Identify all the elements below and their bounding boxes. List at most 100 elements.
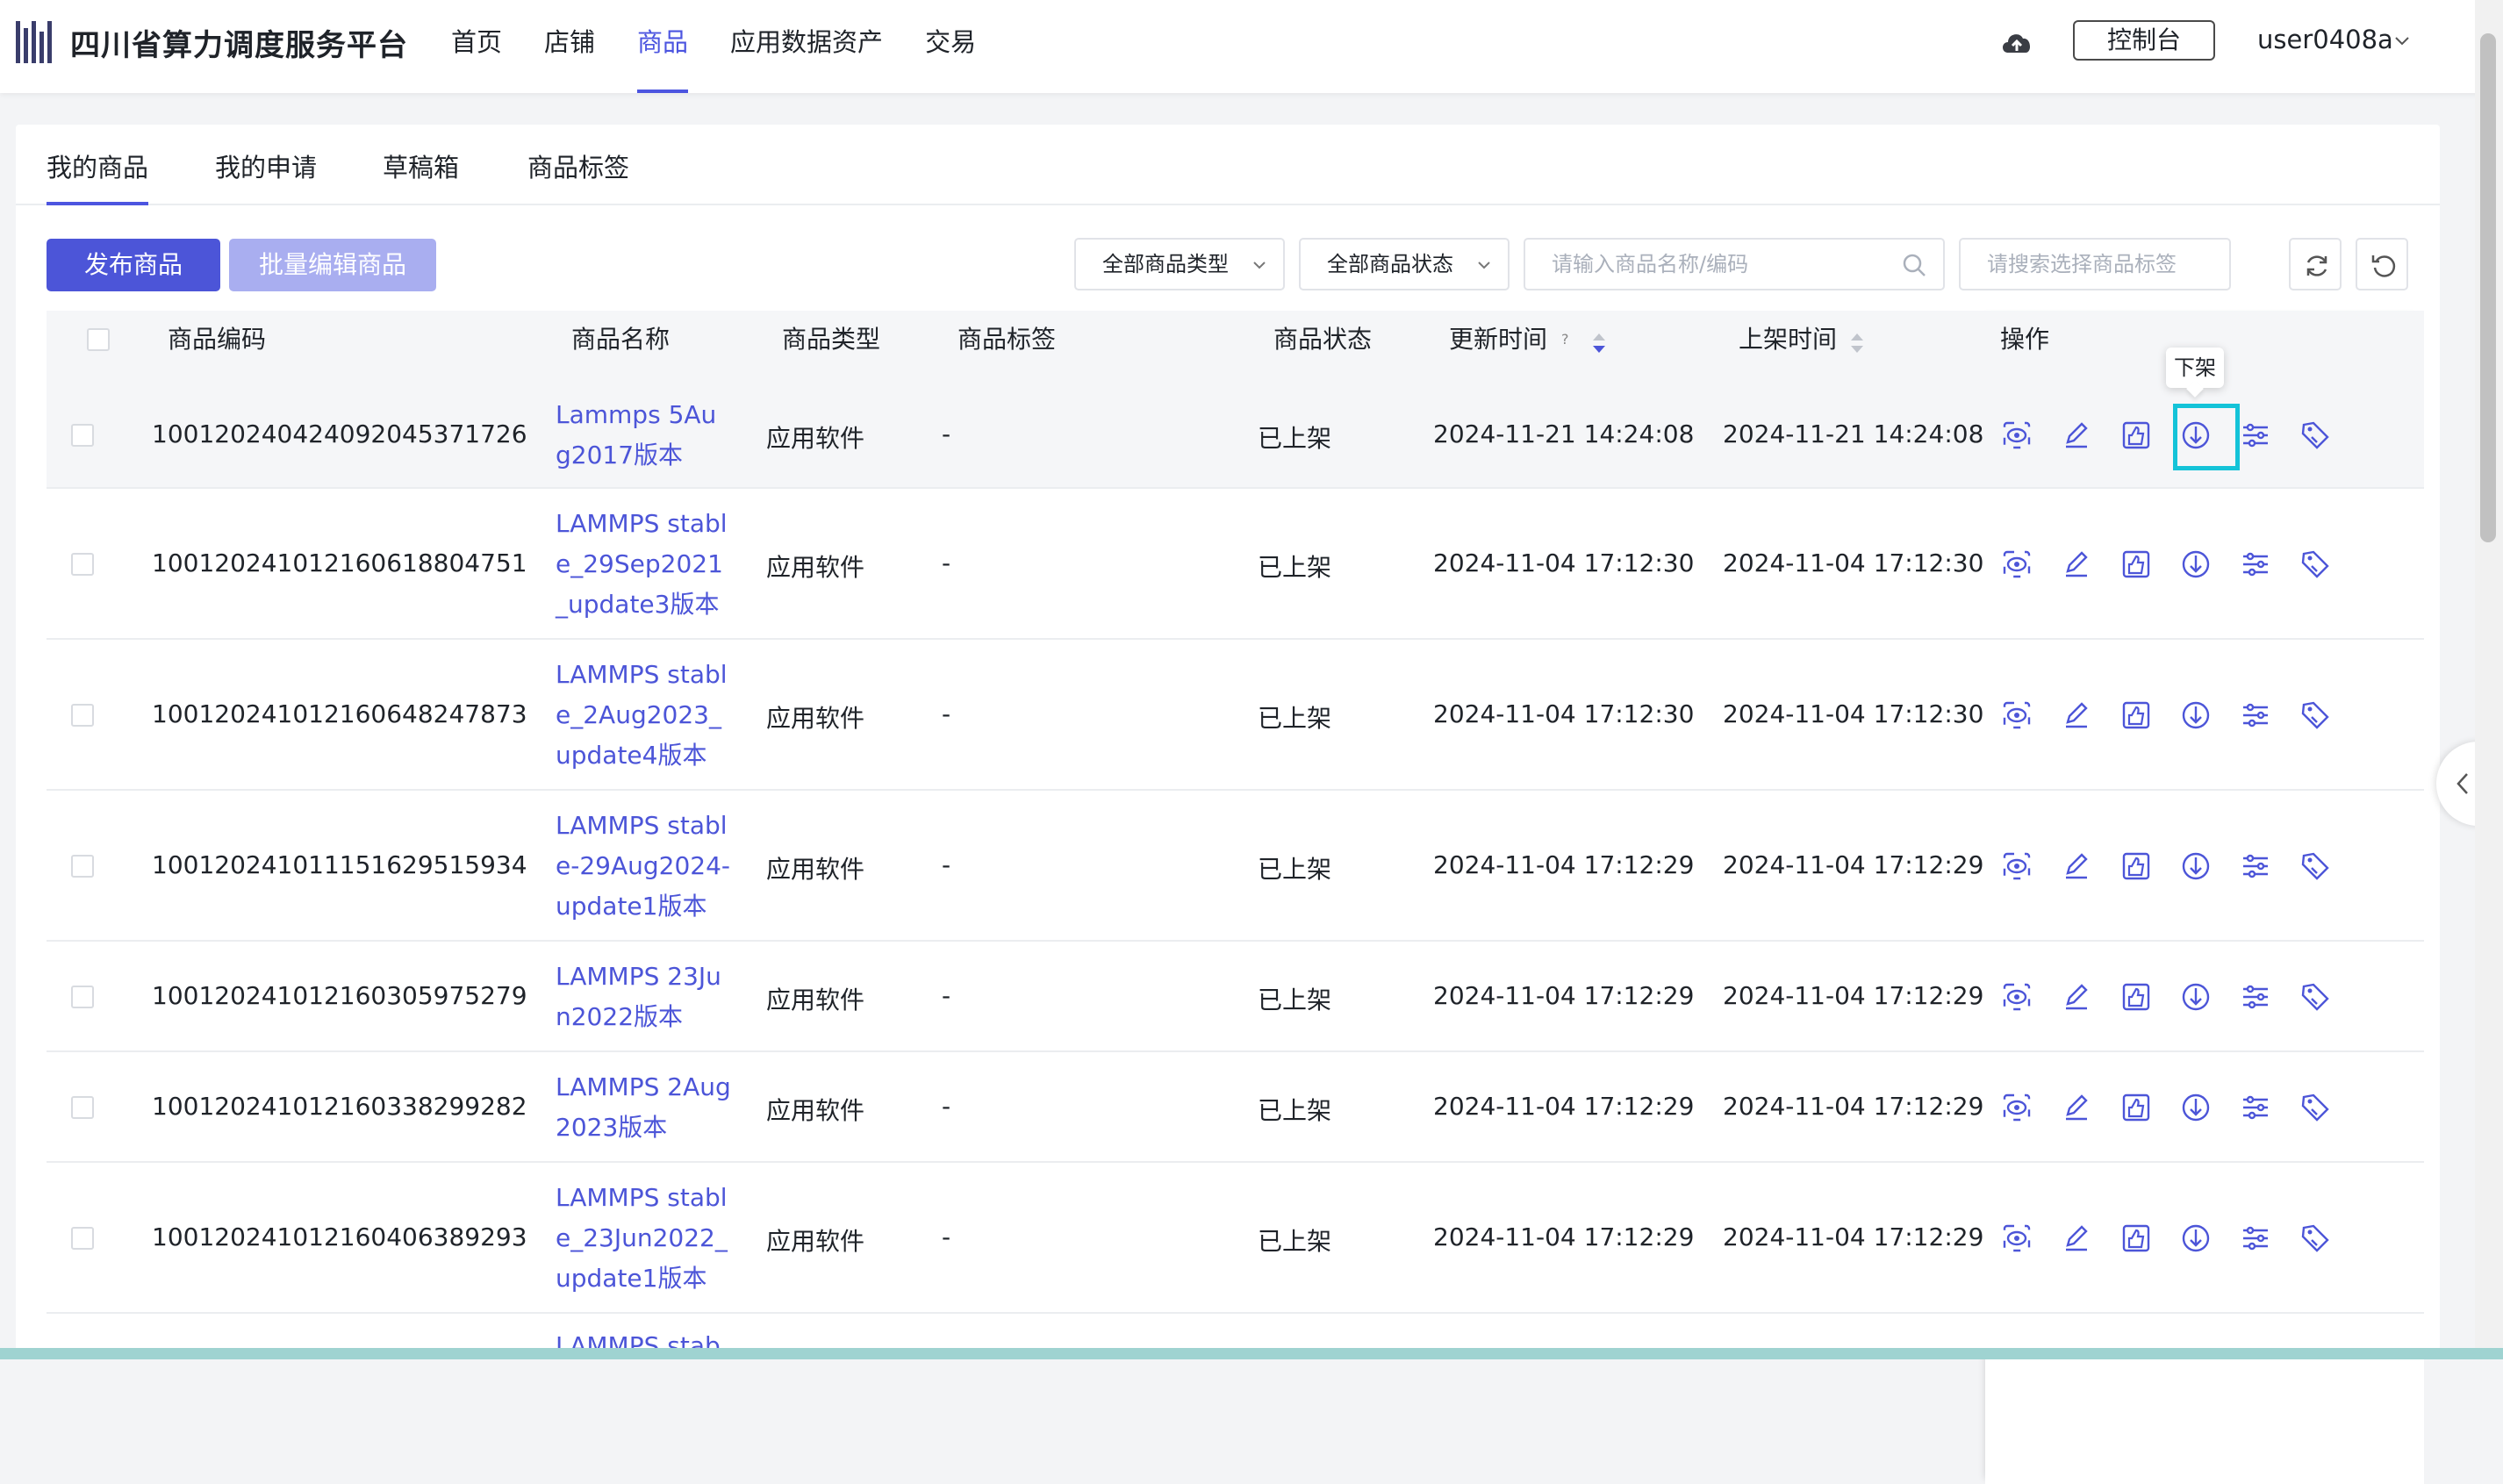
settings-icon[interactable]	[2238, 849, 2273, 884]
cell-listed: 2024-11-21 14:24:08	[1723, 419, 1984, 448]
settings-icon[interactable]	[2238, 1090, 2273, 1125]
cell-code: 1001202410121606482478​73	[152, 699, 527, 728]
thumbs-up-icon[interactable]	[2119, 979, 2154, 1014]
cell-status: 已上架	[1258, 855, 1332, 884]
cell-name-link[interactable]: LAMMPS stable_2Aug2023_update4版本	[556, 655, 731, 776]
cell-status: 已上架	[1258, 1096, 1332, 1125]
edit-icon[interactable]	[2059, 1221, 2094, 1256]
cell-tag: -	[942, 850, 951, 879]
thumbs-up-icon[interactable]	[2119, 418, 2154, 453]
cell-updated: 2024-11-04 17:12:29	[1433, 850, 1695, 879]
cell-status: 已上架	[1258, 553, 1332, 582]
cell-tag: -	[942, 1092, 951, 1121]
preview-icon[interactable]	[1999, 1090, 2034, 1125]
cell-type: 应用软件	[766, 553, 865, 582]
tag-icon[interactable]	[2298, 979, 2333, 1014]
row-checkbox[interactable]	[71, 553, 94, 576]
row-checkbox[interactable]	[71, 704, 94, 727]
cell-code: 1001202410121603382992​82	[152, 1092, 527, 1121]
cell-code: 10012024042409204537​1726	[152, 419, 527, 448]
cell-name-link[interactable]: LAMMPS stable_23Jun2022_update1版本	[556, 1178, 731, 1299]
cell-tag: -	[942, 699, 951, 728]
cell-tag: -	[942, 419, 951, 448]
cell-name-link[interactable]: LAMMPS 2Aug2023版本	[556, 1067, 731, 1148]
cell-listed: 2024-11-04 17:12:29	[1723, 850, 1984, 879]
cell-status: 已上架	[1258, 424, 1332, 453]
thumbs-up-icon[interactable]	[2119, 1221, 2154, 1256]
preview-icon[interactable]	[1999, 418, 2034, 453]
row-checkbox[interactable]	[71, 1096, 94, 1119]
thumbs-up-icon[interactable]	[2119, 698, 2154, 733]
preview-icon[interactable]	[1999, 698, 2034, 733]
preview-icon[interactable]	[1999, 849, 2034, 884]
cell-name-link[interactable]: LAMMPS 23Jun2022版本	[556, 957, 731, 1037]
settings-icon[interactable]	[2238, 547, 2273, 582]
cell-type: 应用软件	[766, 986, 865, 1014]
settings-icon[interactable]	[2238, 1221, 2273, 1256]
unlist-icon[interactable]	[2178, 547, 2213, 582]
cell-name-link[interactable]: LAMMPS stab	[556, 1326, 731, 1348]
row-checkbox[interactable]	[71, 424, 94, 447]
edit-icon[interactable]	[2059, 698, 2094, 733]
table-body: 10012024042409204537​1726 Lammps 5Aug2017…	[0, 0, 2503, 1348]
chevron-left-icon	[2456, 773, 2468, 794]
edit-icon[interactable]	[2059, 849, 2094, 884]
cell-listed: 2024-11-04 17:12:29	[1723, 1222, 1984, 1251]
row-checkbox[interactable]	[71, 986, 94, 1008]
cell-type: 应用软件	[766, 704, 865, 733]
cell-updated: 2024-11-04 17:12:30	[1433, 699, 1695, 728]
row-checkbox[interactable]	[71, 855, 94, 878]
cell-listed: 2024-11-04 17:12:29	[1723, 1092, 1984, 1121]
cell-name-link[interactable]: LAMMPS stable-29Aug2024-update1版本	[556, 806, 731, 927]
cell-type: 应用软件	[766, 855, 865, 884]
settings-icon[interactable]	[2238, 418, 2273, 453]
cell-tag: -	[942, 981, 951, 1010]
cell-tag: -	[942, 548, 951, 577]
unlist-icon[interactable]	[2178, 849, 2213, 884]
cell-code: 1001202410111516295159​34	[152, 850, 527, 879]
tag-icon[interactable]	[2298, 1090, 2333, 1125]
cell-listed: 2024-11-04 17:12:29	[1723, 981, 1984, 1010]
cell-code: 1001202410121603059752​79	[152, 981, 527, 1010]
settings-icon[interactable]	[2238, 698, 2273, 733]
tag-icon[interactable]	[2298, 547, 2333, 582]
cell-updated: 2024-11-04 17:12:29	[1433, 1222, 1695, 1251]
preview-icon[interactable]	[1999, 547, 2034, 582]
unlist-icon[interactable]	[2178, 1221, 2213, 1256]
cell-updated: 2024-11-04 17:12:29	[1433, 981, 1695, 1010]
preview-icon[interactable]	[1999, 979, 2034, 1014]
settings-icon[interactable]	[2238, 979, 2273, 1014]
edit-icon[interactable]	[2059, 547, 2094, 582]
cell-status: 已上架	[1258, 986, 1332, 1014]
tag-icon[interactable]	[2298, 698, 2333, 733]
cell-type: 应用软件	[766, 424, 865, 453]
edit-icon[interactable]	[2059, 1090, 2094, 1125]
preview-icon[interactable]	[1999, 1221, 2034, 1256]
table-row: LAMMPS stab	[47, 1314, 2424, 1348]
cell-code: 1001202410121604063892​93	[152, 1222, 527, 1251]
cell-code: 1001202410121606188047​51	[152, 548, 527, 577]
tag-icon[interactable]	[2298, 1221, 2333, 1256]
unlist-icon[interactable]	[2178, 698, 2213, 733]
unlist-icon[interactable]	[2178, 1090, 2213, 1125]
cell-type: 应用软件	[766, 1227, 865, 1256]
bottom-strip	[0, 1348, 2503, 1359]
edit-icon[interactable]	[2059, 418, 2094, 453]
thumbs-up-icon[interactable]	[2119, 547, 2154, 582]
cell-updated: 2024-11-04 17:12:29	[1433, 1092, 1695, 1121]
row-checkbox[interactable]	[71, 1227, 94, 1250]
cell-updated: 2024-11-04 17:12:30	[1433, 548, 1695, 577]
cell-name-link[interactable]: LAMMPS stable_29Sep2021_update3版本	[556, 504, 731, 625]
tag-icon[interactable]	[2298, 418, 2333, 453]
unlist-highlight	[2173, 404, 2240, 470]
thumbs-up-icon[interactable]	[2119, 849, 2154, 884]
cell-status: 已上架	[1258, 704, 1332, 733]
cell-name-link[interactable]: Lammps 5Aug2017版本	[556, 395, 731, 476]
thumbs-up-icon[interactable]	[2119, 1090, 2154, 1125]
cell-type: 应用软件	[766, 1096, 865, 1125]
tag-icon[interactable]	[2298, 849, 2333, 884]
scrollbar-thumb[interactable]	[2480, 33, 2496, 542]
unlist-icon[interactable]	[2178, 979, 2213, 1014]
tooltip-unlist: 下架	[2166, 348, 2224, 388]
edit-icon[interactable]	[2059, 979, 2094, 1014]
